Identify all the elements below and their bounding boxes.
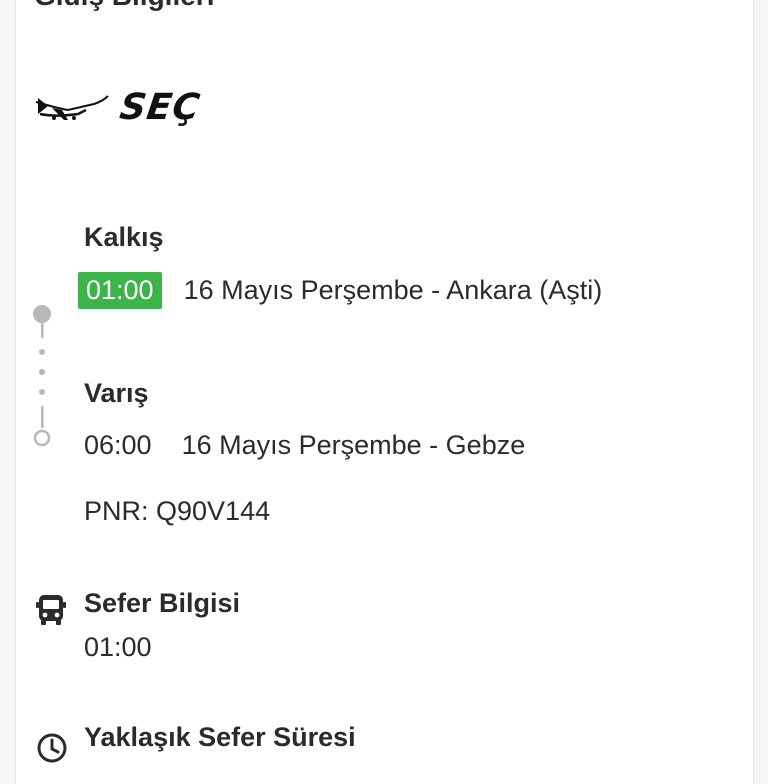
- duration-label: Yaklaşık Sefer Süresi: [84, 722, 356, 752]
- pnr-code: PNR: Q90V144: [84, 496, 271, 526]
- route-timeline: [32, 300, 54, 450]
- trip-info-label: Sefer Bilgisi: [84, 588, 241, 618]
- arrival-detail: 16 Mayıs Perşembe - Gebze: [181, 430, 526, 460]
- departure-time-badge: 01:00: [78, 272, 162, 309]
- arrival-time: 06:00: [84, 430, 152, 460]
- arrival-label: Varış: [84, 378, 149, 408]
- airplane-logo-icon: [34, 90, 110, 126]
- trip-info-value: 01:00: [84, 632, 152, 662]
- operator-logo: SEÇ: [34, 87, 203, 128]
- trip-details-card: Gidiş Bilgileri SEÇ Kalkış 01:00 16 Mayı…: [15, 0, 754, 784]
- departure-label: Kalkış: [84, 222, 164, 252]
- departure-detail: 16 Mayıs Perşembe - Ankara (Aşti): [183, 275, 603, 305]
- departure-row: 01:00 16 Mayıs Perşembe - Ankara (Aşti): [78, 272, 602, 309]
- operator-logo-text: SEÇ: [117, 87, 203, 128]
- bus-icon: [36, 594, 66, 625]
- clock-icon: [36, 732, 67, 763]
- arrival-row: 06:00 16 Mayıs Perşembe - Gebze: [84, 430, 525, 461]
- section-title: Gidiş Bilgileri: [34, 0, 214, 12]
